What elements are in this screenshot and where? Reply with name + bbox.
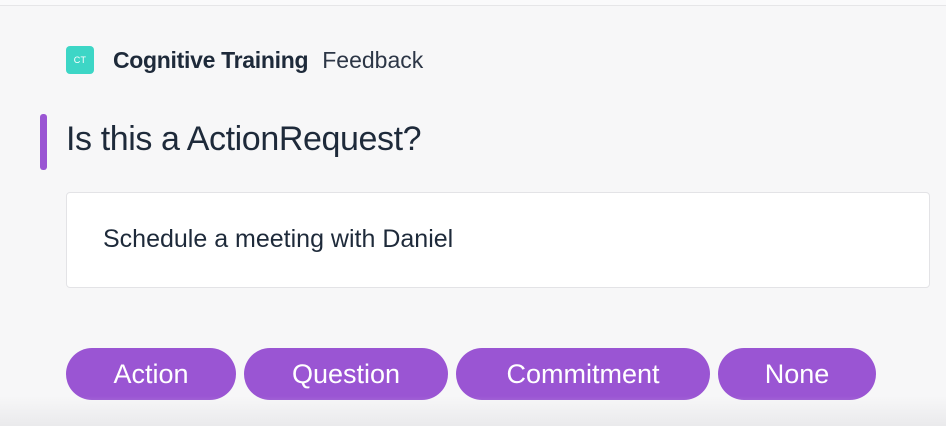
message-text: Schedule a meeting with Daniel xyxy=(103,225,454,253)
feedback-page: CT Cognitive Training Feedback Is this a… xyxy=(0,0,946,426)
app-name: Cognitive Training xyxy=(113,46,309,73)
section-name: Feedback xyxy=(322,46,424,73)
answer-options: Action Question Commitment None xyxy=(66,348,884,400)
app-logo-text: CT xyxy=(73,55,87,65)
question-title: Is this a ActionRequest? xyxy=(66,120,422,158)
bottom-shadow xyxy=(0,396,946,426)
message-card: Schedule a meeting with Daniel xyxy=(66,192,930,288)
action-button[interactable]: Action xyxy=(66,348,236,400)
app-logo: CT xyxy=(66,46,94,74)
top-divider xyxy=(0,0,946,6)
question-accent-bar xyxy=(40,114,47,170)
app-header: CT Cognitive Training Feedback xyxy=(66,44,423,76)
none-button[interactable]: None xyxy=(718,348,876,400)
commitment-button[interactable]: Commitment xyxy=(456,348,710,400)
question-button[interactable]: Question xyxy=(244,348,448,400)
